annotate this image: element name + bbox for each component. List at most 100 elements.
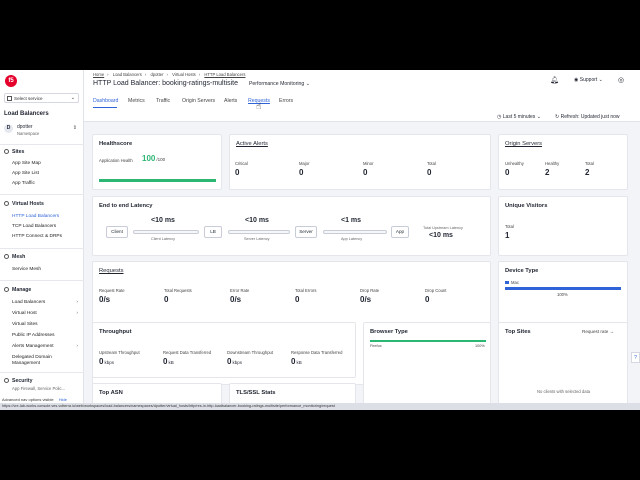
error-rate-label: Error Rate	[230, 288, 250, 293]
card-title-link[interactable]: Origin Servers	[505, 141, 542, 147]
chevron-down-icon: ⌄	[536, 114, 541, 120]
app-latency-label: App Latency	[341, 237, 363, 241]
breadcrumb-home[interactable]: Home	[93, 72, 104, 77]
server-latency-label: Server Latency	[244, 237, 270, 241]
card-title: Top ASN	[99, 390, 123, 396]
origin-total-value: 2	[585, 168, 590, 177]
drop-rate-value: 0/s	[360, 295, 372, 304]
sidebar-item-service-mesh[interactable]: Service Mesh	[12, 267, 78, 272]
refresh-label: Refresh: Updated just now	[560, 114, 620, 120]
shield-icon	[4, 378, 9, 384]
tab-metrics[interactable]: Metrics	[128, 98, 145, 104]
sidebar-item-app-site-map[interactable]: App Site Map	[12, 161, 78, 166]
sidebar-item-http-load-balancers[interactable]: HTTP Load Balancers	[12, 214, 78, 219]
tab-dashboard[interactable]: Dashboard	[93, 98, 118, 104]
unique-visitors-card: Unique Visitors Total 1	[498, 196, 628, 256]
bell-icon[interactable]: 🔔︎	[550, 76, 559, 84]
origin-servers-card: Origin Servers Unhealthy 0 Healthy 2 Tot…	[498, 134, 628, 190]
device-percent: 100%	[557, 292, 568, 297]
sidebar-item-virtual-host[interactable]: Virtual Host ›	[12, 311, 78, 316]
chevron-updown-icon: ⇕	[72, 125, 77, 131]
chevron-down-icon: ⌄	[305, 81, 311, 87]
sidebar-item-delegated-domain-management[interactable]: Delegated Domain Management	[12, 355, 62, 367]
card-title-link[interactable]: Active Alerts	[236, 141, 268, 147]
section-label: Sites	[12, 149, 25, 155]
device-legend: Mac	[505, 280, 519, 285]
top-sites-empty-message: No clients with selected data	[537, 389, 591, 394]
card-title: End to end Latency	[99, 203, 153, 209]
browser-type-card: Browser Type Firefox 100%	[363, 322, 491, 410]
namespace-label: Namespace	[17, 131, 40, 136]
tab-alerts[interactable]: Alerts	[224, 98, 237, 104]
latency-pipe-lb	[228, 230, 290, 234]
sidebar-item-public-ip-addresses[interactable]: Public IP Addresses	[12, 333, 78, 338]
divider	[0, 144, 84, 145]
upstream-throughput-value: 0kbps	[99, 357, 114, 366]
tab-origin-servers[interactable]: Origin Servers	[182, 98, 215, 104]
breadcrumb-namespace[interactable]: dpotter	[150, 72, 163, 77]
globe-icon	[4, 149, 9, 155]
section-manage[interactable]: Manage	[4, 287, 31, 293]
clock-icon: ◷	[497, 114, 502, 120]
alert-major-value: 0	[299, 168, 304, 177]
health-bar	[99, 179, 216, 182]
tab-errors[interactable]: Errors	[279, 98, 293, 104]
sidebar-item-virtual-sites[interactable]: Virtual Sites	[12, 322, 78, 327]
security-subtitle: App Firewall, Service Polic...	[12, 386, 66, 391]
breadcrumb-load-balancers[interactable]: Load Balancers	[113, 72, 142, 77]
chevron-right-icon: ›	[76, 344, 78, 349]
item-label: Alerts Management	[12, 344, 54, 349]
breadcrumb-http-load-balancers[interactable]: HTTP Load Balancers	[204, 72, 245, 77]
health-suffix: /100	[156, 157, 166, 162]
drop-rate-label: Drop Rate	[360, 288, 380, 293]
card-title: Device Type	[505, 268, 539, 274]
browser-name: Firefox	[370, 344, 382, 348]
namespace-selector[interactable]: D dpotter Namespace ⇕	[4, 122, 79, 140]
hide-link[interactable]: Hide	[59, 397, 67, 402]
section-label: Mesh	[12, 254, 26, 260]
app-latency-value: <1 ms	[341, 217, 362, 224]
sidebar-item-tcp-load-balancers[interactable]: TCP Load Balancers	[12, 224, 78, 229]
help-icon[interactable]: ?	[631, 352, 640, 363]
value-unit: kB	[168, 360, 174, 365]
namespace-name: dpotter	[17, 124, 33, 130]
breadcrumb-virtual-hosts[interactable]: Virtual Hosts	[172, 72, 196, 77]
response-data-label: Response Data Transferred	[291, 350, 343, 355]
top-sites-metric-dropdown[interactable]: Request rate →	[582, 329, 614, 334]
sidebar-item-app-traffic[interactable]: App Traffic	[12, 181, 78, 186]
section-mesh[interactable]: Mesh	[4, 254, 25, 260]
divider	[0, 248, 84, 249]
user-avatar-icon[interactable]: ◎	[618, 76, 624, 84]
latency-node-app: App	[391, 226, 409, 238]
refresh-button[interactable]: ↻ Refresh: Updated just now	[555, 114, 620, 120]
time-range-dropdown[interactable]: ◷ Last 5 minutes ⌄	[497, 114, 541, 120]
sidebar-item-app-site-list[interactable]: App Site List	[12, 171, 78, 176]
sidebar-item-alerts-management[interactable]: Alerts Management ›	[12, 344, 78, 349]
support-menu[interactable]: ◉ Support ⌄	[574, 77, 603, 83]
device-bar	[505, 287, 621, 290]
sidebar-item-http-connect-drps[interactable]: HTTP Connect & DRPs	[12, 234, 78, 239]
section-virtual-hosts[interactable]: Virtual Hosts	[4, 201, 44, 207]
performance-monitoring-dropdown[interactable]: Performance Monitoring ⌄	[249, 81, 310, 87]
card-title-link[interactable]: Requests	[99, 268, 124, 274]
client-latency-value: <10 ms	[151, 217, 175, 224]
breadcrumb-sep: ›	[198, 72, 201, 77]
header-actions: 🔔︎ ◉ Support ⌄ ◎	[540, 76, 640, 86]
visitors-total-value: 1	[505, 231, 510, 240]
alert-minor-value: 0	[363, 168, 368, 177]
alert-minor-label: Minor	[363, 161, 374, 166]
divider	[0, 372, 84, 373]
tab-traffic[interactable]: Traffic	[156, 98, 170, 104]
sidebar-item-load-balancers[interactable]: Load Balancers ›	[12, 300, 78, 305]
value-number: 0	[291, 357, 296, 366]
origin-total-label: Total	[585, 161, 594, 166]
section-security[interactable]: Security	[4, 378, 32, 384]
value-unit: kbps	[104, 360, 114, 365]
grid-icon	[7, 96, 12, 101]
value-number: 0	[227, 357, 232, 366]
select-service-dropdown[interactable]: Select service ⌄	[4, 93, 79, 103]
card-title: Unique Visitors	[505, 203, 548, 209]
advanced-nav-note: Advanced nav options visible Hide	[2, 397, 67, 402]
legend-swatch	[505, 281, 509, 284]
section-sites[interactable]: Sites	[4, 149, 24, 155]
